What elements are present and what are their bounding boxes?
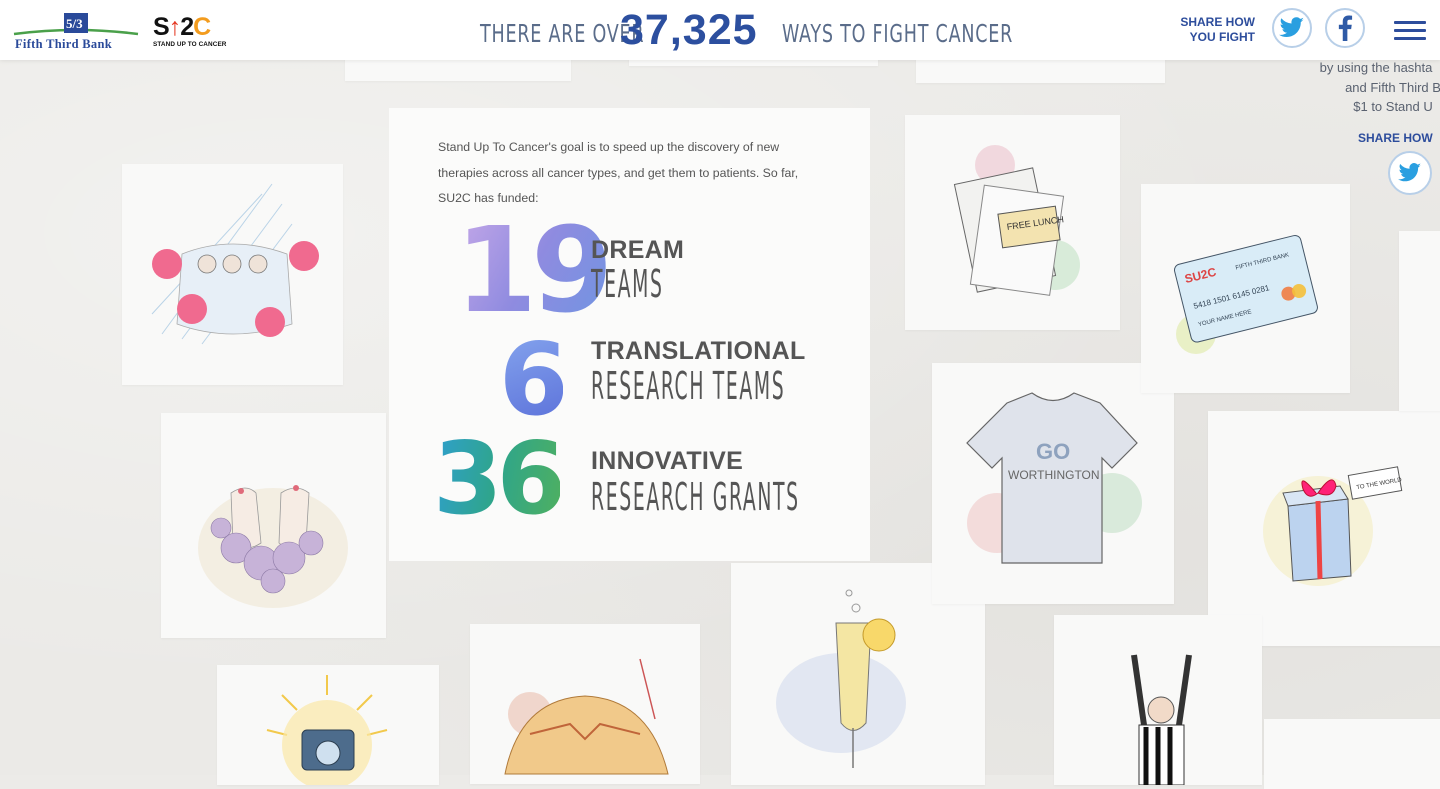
twitter-icon: [1398, 163, 1421, 182]
side-panel-text: by using the hashta and Fifth Third B $1…: [1319, 60, 1440, 114]
facebook-icon: [1338, 15, 1353, 41]
card-tshirt[interactable]: GO WORTHINGTON: [932, 363, 1174, 604]
facebook-share-button[interactable]: [1325, 8, 1365, 48]
side-share-label: SHARE HOW: [1358, 131, 1433, 145]
credit-card-illustration: SU2C FIFTH THIRD BANK 5418 1501 6145 028…: [1173, 234, 1318, 354]
ways-count: 37,325: [620, 6, 758, 54]
card-free-lunch[interactable]: FREE LUNCH: [905, 115, 1120, 330]
shirt-text-bottom: WORTHINGTON: [1008, 468, 1100, 482]
stat-subtitle-research-teams: RESEARCH TEAMS: [591, 364, 786, 408]
headline-post: WAYS TO FIGHT CANCER: [782, 19, 1014, 48]
card-feet-flowers[interactable]: [161, 413, 386, 638]
feet-flowers-illustration: [198, 485, 348, 608]
twitter-share-button[interactable]: [1272, 8, 1312, 48]
cheerleaders-illustration: [151, 183, 319, 345]
camera-illustration: [266, 675, 388, 785]
card-edge-bottom-right[interactable]: [1264, 719, 1440, 789]
shirt-text-top: GO: [1036, 439, 1070, 464]
card-credit-card[interactable]: SU2C FIFTH THIRD BANK 5418 1501 6145 028…: [1141, 184, 1350, 393]
menu-button[interactable]: [1394, 21, 1426, 41]
svg-text:5/3: 5/3: [66, 16, 83, 31]
stat-number-dream-teams: 19: [455, 201, 613, 339]
gift-illustration: TO THE WORLD: [1263, 466, 1403, 586]
card-referee[interactable]: [1054, 615, 1262, 785]
free-lunch-illustration: FREE LUNCH: [953, 145, 1080, 296]
stat-title-translational: TRANSLATIONAL: [591, 337, 806, 365]
card-burger[interactable]: [470, 624, 700, 784]
tshirt-illustration: GO WORTHINGTON: [966, 392, 1142, 564]
bank-name: Fifth Third Bank: [15, 37, 112, 51]
fifth-third-logo[interactable]: 5/3 Fifth Third Bank: [12, 12, 140, 51]
stat-subtitle-research-grants: RESEARCH GRANTS: [591, 475, 800, 519]
side-twitter-button[interactable]: [1388, 151, 1432, 195]
card-cheerleaders[interactable]: [122, 164, 343, 385]
card-edge-right[interactable]: [1399, 231, 1440, 411]
stat-title-dream: DREAM: [591, 236, 685, 264]
su2c-logo[interactable]: S↑2C STAND UP TO CANCER: [153, 15, 235, 51]
stat-number-grants: 36: [433, 420, 566, 537]
card-gift[interactable]: TO THE WORLD: [1208, 411, 1440, 646]
burger-illustration: [504, 658, 669, 775]
card-camera[interactable]: [217, 665, 439, 785]
site-header: 5/3 Fifth Third Bank S↑2C STAND UP TO CA…: [0, 0, 1440, 60]
hamburger-icon: [1394, 21, 1426, 24]
stat-subtitle-teams: TEAMS: [591, 262, 664, 306]
stat-title-innovative: INNOVATIVE: [591, 447, 744, 475]
twitter-icon: [1279, 17, 1304, 37]
su2c-tagline: STAND UP TO CANCER: [153, 41, 227, 48]
stats-card: Stand Up To Cancer's goal is to speed up…: [389, 108, 870, 561]
stat-number-translational: 6: [499, 321, 569, 438]
headline: THERE ARE OVER 37,325 WAYS TO FIGHT CANC…: [480, 6, 1012, 54]
share-how-label: SHARE HOW YOU FIGHT: [1180, 15, 1255, 44]
referee-illustration: [1131, 654, 1192, 785]
